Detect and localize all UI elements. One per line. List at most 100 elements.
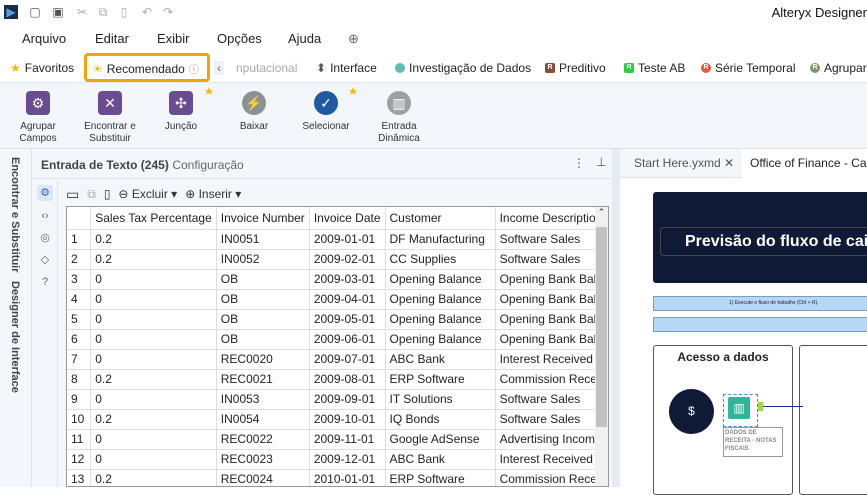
scroll-left-icon[interactable]: ‹: [214, 61, 224, 75]
table-row[interactable]: 11 0 REC0022 2009-11-01 Google AdSense Advert…: [67, 429, 608, 450]
open-folder-icon[interactable]: ▭: [66, 186, 79, 203]
code-icon[interactable]: ‹›: [37, 208, 53, 224]
tool-juncao[interactable]: ✣ Junção: [151, 91, 211, 133]
pin-icon[interactable]: ⊥: [596, 155, 606, 169]
table-cell[interactable]: Opening Bank Bala: [495, 289, 608, 310]
copy-icon[interactable]: ⧉: [96, 5, 110, 19]
table-cell[interactable]: IN0054: [216, 409, 310, 430]
new-file-icon[interactable]: ▢: [28, 5, 42, 19]
table-cell[interactable]: ERP Software: [385, 469, 496, 486]
table-cell[interactable]: 0: [90, 309, 217, 330]
table-cell[interactable]: Software Sales: [495, 229, 608, 250]
category-agrupar[interactable]: R Agrupar: [810, 61, 867, 75]
table-cell[interactable]: Opening Balance: [385, 309, 496, 330]
menu-opcoes[interactable]: Opções: [217, 31, 262, 46]
table-cell[interactable]: Opening Bank Bala: [495, 309, 608, 330]
undo-icon[interactable]: ↶: [140, 5, 154, 19]
table-cell[interactable]: Opening Bank Bala: [495, 329, 608, 350]
table-cell[interactable]: 0.2: [90, 229, 217, 250]
text-input-grid[interactable]: Sales Tax Percentage Invoice Number Invoic…: [66, 206, 609, 487]
table-cell[interactable]: IQ Bonds: [385, 409, 496, 430]
container[interactable]: [799, 345, 867, 495]
table-cell[interactable]: Opening Balance: [385, 269, 496, 290]
table-row[interactable]: 2 0.2 IN0052 2009-02-01 CC Supplies Software …: [67, 249, 608, 270]
table-row[interactable]: 12 0 REC0023 2009-12-01 ABC Bank Interest Rec…: [67, 449, 608, 470]
table-cell[interactable]: 2009-03-01: [309, 269, 386, 290]
table-cell[interactable]: 0.2: [90, 369, 217, 390]
paste-icon[interactable]: ▯: [104, 187, 111, 201]
column-header[interactable]: [67, 207, 92, 230]
category-investigacao[interactable]: Investigação de Dados: [395, 61, 531, 75]
copy-icon[interactable]: ⧉: [87, 187, 96, 202]
column-header[interactable]: Income Description: [495, 207, 608, 230]
tag-icon[interactable]: ◇: [37, 252, 53, 268]
table-cell[interactable]: 0.2: [90, 409, 217, 430]
table-cell[interactable]: Commission Recei: [495, 469, 608, 486]
category-preditivo[interactable]: R Preditivo: [545, 61, 606, 75]
paste-icon[interactable]: ▯: [117, 5, 131, 19]
table-cell[interactable]: 0.2: [90, 469, 217, 486]
more-options-icon[interactable]: ⋮: [573, 156, 585, 170]
table-cell[interactable]: DF Manufacturing: [385, 229, 496, 250]
column-header[interactable]: Invoice Number: [216, 207, 310, 230]
text-input-tool[interactable]: ▥: [723, 394, 758, 427]
container-data-access[interactable]: Acesso a dados $ ▥ DADOS DE RECEITA - NO…: [653, 345, 803, 495]
category-interface[interactable]: ⬍ Interface: [316, 61, 377, 75]
table-row[interactable]: 8 0.2 REC0021 2009-08-01 ERP Software Commiss…: [67, 369, 608, 390]
table-cell[interactable]: OB: [216, 309, 310, 330]
table-cell[interactable]: ABC Bank: [385, 349, 496, 370]
save-icon[interactable]: ▣: [51, 5, 65, 19]
table-row[interactable]: 9 0 IN0053 2009-09-01 IT Solutions Software S…: [67, 389, 608, 410]
vertical-scrollbar[interactable]: ⌃: [595, 207, 608, 486]
side-tab-interface-designer[interactable]: Designer de Interface: [9, 281, 21, 393]
tab-office-of-finance[interactable]: Office of Finance - Cas: [742, 149, 867, 179]
table-cell[interactable]: 2009-09-01: [309, 389, 386, 410]
table-row[interactable]: 1 0.2 IN0051 2009-01-01 DF Manufacturing Soft…: [67, 229, 608, 250]
menu-exibir[interactable]: Exibir: [157, 31, 190, 46]
table-row[interactable]: 6 0 OB 2009-06-01 Opening Balance Opening Ban…: [67, 329, 608, 350]
table-cell[interactable]: Software Sales: [495, 249, 608, 270]
tool-selecionar[interactable]: ✓ Selecionar: [296, 91, 356, 133]
table-cell[interactable]: 0: [90, 429, 217, 450]
table-row[interactable]: 3 0 OB 2009-03-01 Opening Balance Opening Ban…: [67, 269, 608, 290]
tab-start-here[interactable]: Start Here.yxmd ✕: [626, 149, 742, 178]
table-cell[interactable]: IN0053: [216, 389, 310, 410]
delete-button[interactable]: ⊖ Excluir ▾: [118, 187, 177, 201]
column-header[interactable]: Customer: [385, 207, 496, 230]
table-cell[interactable]: 2009-07-01: [309, 349, 386, 370]
menu-editar[interactable]: Editar: [95, 31, 129, 46]
table-row[interactable]: 7 0 REC0020 2009-07-01 ABC Bank Interest Rece…: [67, 349, 608, 370]
table-cell[interactable]: Opening Balance: [385, 289, 496, 310]
table-row[interactable]: 13 0.2 REC0024 2010-01-01 ERP Software Commis…: [67, 469, 608, 486]
table-cell[interactable]: REC0023: [216, 449, 310, 470]
menu-arquivo[interactable]: Arquivo: [22, 31, 66, 46]
tool-agrupar-campos[interactable]: ⚙ Agrupar Campos: [8, 91, 68, 145]
table-cell[interactable]: Software Sales: [495, 409, 608, 430]
scroll-up-icon[interactable]: ⌃: [595, 207, 608, 218]
table-cell[interactable]: OB: [216, 289, 310, 310]
table-cell[interactable]: CC Supplies: [385, 249, 496, 270]
table-cell[interactable]: Advertising Income: [495, 429, 608, 450]
category-computacional[interactable]: nputacional: [236, 61, 297, 75]
insert-button[interactable]: ⊕ Inserir ▾: [185, 187, 241, 201]
table-cell[interactable]: IN0051: [216, 229, 310, 250]
table-cell[interactable]: Interest Received: [495, 449, 608, 470]
tool-encontrar-substituir[interactable]: ✕ Encontrar e Substituir: [80, 91, 140, 145]
close-icon[interactable]: ✕: [724, 156, 734, 170]
table-cell[interactable]: REC0022: [216, 429, 310, 450]
table-cell[interactable]: OB: [216, 269, 310, 290]
table-cell[interactable]: IN0052: [216, 249, 310, 270]
table-cell[interactable]: Commission Recei: [495, 369, 608, 390]
menu-ajuda[interactable]: Ajuda: [288, 31, 321, 46]
table-cell[interactable]: ABC Bank: [385, 449, 496, 470]
side-tab-find-replace[interactable]: Encontrar e Substituir: [9, 157, 21, 273]
table-cell[interactable]: 2010-01-01: [309, 469, 386, 486]
table-cell[interactable]: 0: [90, 289, 217, 310]
column-header[interactable]: Invoice Date: [309, 207, 386, 230]
table-cell[interactable]: 0: [90, 269, 217, 290]
table-cell[interactable]: Opening Balance: [385, 329, 496, 350]
table-cell[interactable]: 2009-08-01: [309, 369, 386, 390]
table-cell[interactable]: 2009-12-01: [309, 449, 386, 470]
category-favoritos[interactable]: ★ Favoritos: [10, 61, 74, 75]
table-cell[interactable]: 0.2: [90, 249, 217, 270]
